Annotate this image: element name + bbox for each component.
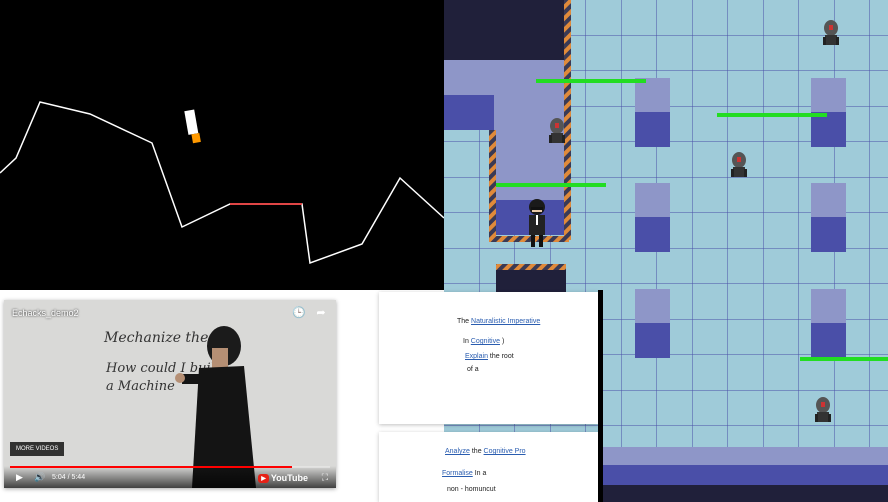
pillar [635,183,670,252]
video-title[interactable]: Echacks_demo2 [12,308,79,318]
clock-icon[interactable]: 🕒 [292,306,306,320]
card-text: of a [467,366,479,373]
concept-link[interactable]: Formalise [442,470,473,477]
game-map [444,0,888,502]
concept-link[interactable]: Naturalistic Imperative [471,318,540,325]
concept-link[interactable]: Analyze [445,448,470,455]
progress-bar[interactable] [10,466,330,468]
topdown-game[interactable] [444,0,888,502]
hazard-stripe [564,0,571,240]
lunar-lander-game[interactable] [0,0,444,290]
note-card: The Naturalistic Imperative In Cognitive… [379,292,598,424]
divider [598,290,603,502]
card-text: The [457,318,470,325]
play-icon[interactable]: ▶ [16,472,23,483]
card-text: the root [489,353,514,360]
youtube-play-icon: ▶ [258,474,269,483]
share-icon[interactable]: ➦ [314,306,328,320]
youtube-logo[interactable]: ▶ YouTube [258,473,308,483]
card-text: In [463,338,469,345]
pillar [811,183,846,252]
void-area [444,0,566,60]
hazard-stripe [489,236,569,242]
card-text: In a [474,470,487,477]
card-text: the [471,448,482,455]
enemy-robot [549,118,565,143]
volume-icon[interactable]: 🔊 [34,472,45,483]
enemy-robot [731,152,747,177]
pillar [635,78,670,147]
wall-block [444,95,494,130]
note-card: Analyze the Cognitive Pro Formalise In a… [379,432,598,502]
youtube-player[interactable]: Mechanize the pr How could I buil a Mach… [4,300,336,488]
terrain-line [0,101,444,265]
hazard-stripe [489,130,496,240]
time-display: 5:04 / 5:44 [52,474,86,481]
whiteboard-line: How could I buil [105,361,215,376]
concept-link[interactable]: Cognitive [471,338,500,345]
health-bar [496,183,606,187]
health-bar [717,113,827,117]
pillar [635,289,670,358]
hazard-stripe [496,264,566,270]
concept-link[interactable]: Cognitive Pro [484,448,526,455]
pillar [811,289,846,358]
enemy-robot [815,397,831,422]
whiteboard-scene: Mechanize the pr How could I buil a Mach… [4,300,336,488]
whiteboard-line: a Machine [106,379,175,394]
card-text: ) [501,338,505,345]
lander-ship [184,109,201,144]
fullscreen-icon[interactable]: ⛶ [322,472,328,483]
health-bar [536,79,646,83]
concept-link[interactable]: Explain [465,353,488,360]
health-bar [800,357,888,361]
pillar [811,78,846,147]
progress-fill [10,466,292,468]
card-text: non - homuncut [447,486,496,493]
lander-terrain-canvas [0,101,444,265]
more-videos-button[interactable]: MORE VIDEOS [10,442,65,456]
wall-block [444,60,566,95]
enemy-robot [823,20,839,45]
